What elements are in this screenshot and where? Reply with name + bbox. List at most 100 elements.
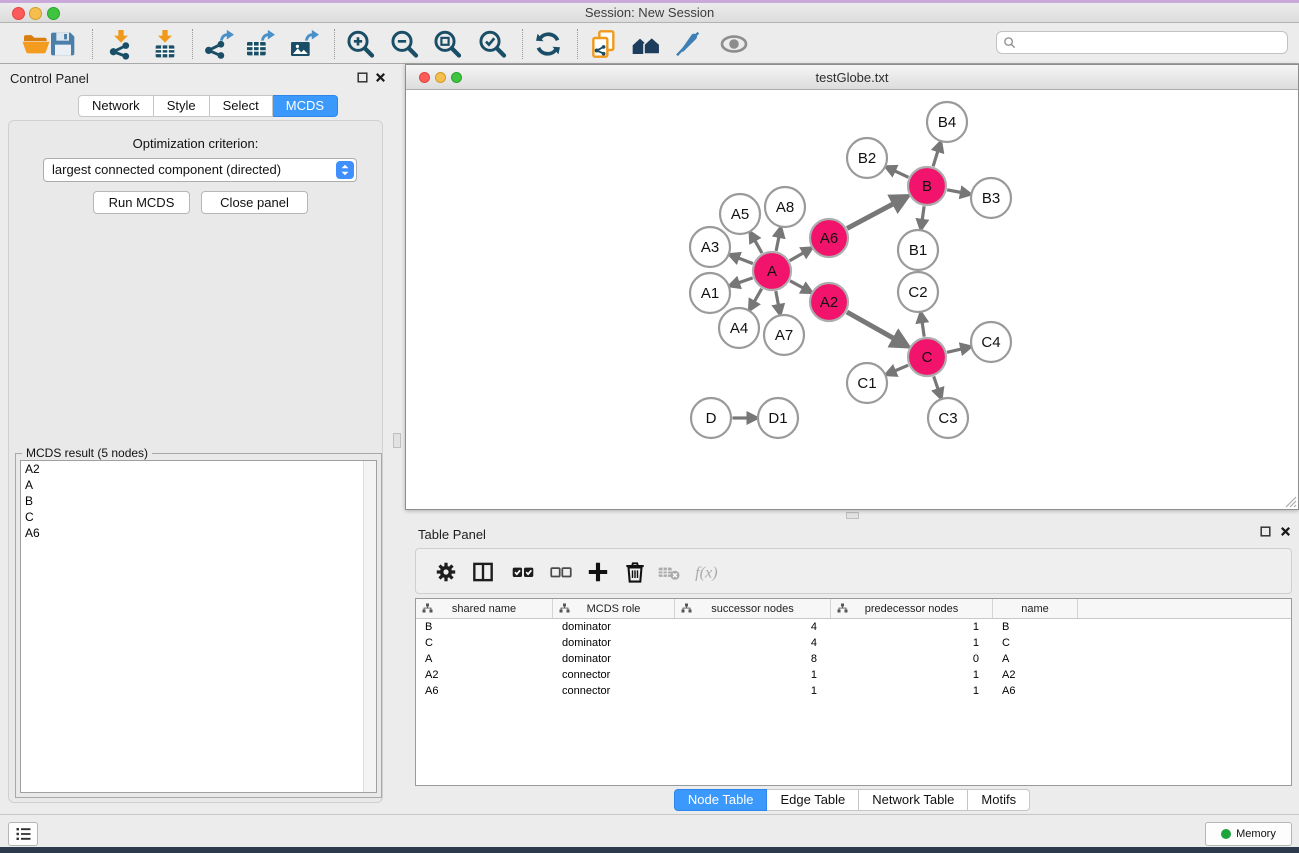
import-table-icon[interactable] (149, 28, 181, 60)
close-panel-icon[interactable] (375, 72, 386, 83)
memory-button[interactable]: Memory (1205, 822, 1292, 846)
export-table-icon[interactable] (243, 28, 275, 60)
select-all-icon[interactable] (510, 559, 536, 585)
column-header-predecessor-nodes[interactable]: predecessor nodes (831, 599, 993, 618)
close-window-button[interactable] (12, 7, 25, 20)
column-header-label: MCDS role (587, 603, 641, 615)
zoom-in-icon[interactable] (344, 28, 376, 60)
graph-edge-A2-C[interactable] (847, 312, 895, 339)
graph-edge-A-A6[interactable] (790, 253, 804, 261)
minimize-window-button[interactable] (29, 7, 42, 20)
table-row-B[interactable]: Bdominator41B (416, 619, 1291, 635)
apply-layout-icon[interactable] (532, 28, 564, 60)
zoom-fit-icon[interactable] (431, 28, 463, 60)
result-item-C[interactable]: C (21, 509, 376, 525)
zoom-selected-icon[interactable] (476, 28, 508, 60)
graph-edge-B-B1[interactable] (922, 206, 924, 220)
close-panel-icon[interactable] (1280, 526, 1291, 537)
home-icon[interactable] (630, 28, 662, 60)
close-panel-button[interactable]: Close panel (201, 191, 308, 214)
graph-edge-B-B2[interactable] (894, 171, 908, 178)
splitter-handle[interactable] (846, 512, 859, 519)
column-header-shared-name[interactable]: shared name (416, 599, 553, 618)
network-window-titlebar[interactable]: testGlobe.txt (406, 65, 1298, 90)
column-header-successor-nodes[interactable]: successor nodes (675, 599, 831, 618)
export-image-icon[interactable] (287, 28, 319, 60)
graph-edge-A-A7[interactable] (776, 291, 779, 305)
tab-edge-table[interactable]: Edge Table (767, 789, 859, 811)
deselect-all-icon[interactable] (548, 559, 574, 585)
tab-mcds[interactable]: MCDS (273, 95, 338, 117)
search-input[interactable] (1020, 36, 1281, 50)
graph-edge-A-A5[interactable] (755, 240, 762, 253)
tab-select[interactable]: Select (210, 95, 273, 117)
tab-network-table[interactable]: Network Table (859, 789, 968, 811)
network-close-button[interactable] (419, 72, 430, 83)
graph-edge-C-C1[interactable] (895, 365, 909, 371)
column-header-name[interactable]: name (993, 599, 1078, 618)
mcds-result-list[interactable]: A2ABCA6 (20, 460, 377, 793)
eye-icon[interactable] (718, 28, 750, 60)
horizontal-splitter[interactable] (405, 510, 1299, 521)
cell: 1 (831, 635, 993, 651)
graph-edge-A-A3[interactable] (738, 258, 753, 264)
graph-edge-A-A8[interactable] (776, 237, 779, 251)
tab-motifs[interactable]: Motifs (968, 789, 1030, 811)
column-visibility-icon[interactable] (470, 559, 496, 585)
tab-node-table[interactable]: Node Table (674, 789, 768, 811)
show-panels-button[interactable] (8, 822, 38, 846)
graph-edge-C-C3[interactable] (934, 376, 939, 389)
table-row-A[interactable]: Adominator80A (416, 651, 1291, 667)
run-mcds-button[interactable]: Run MCDS (93, 191, 190, 214)
save-session-icon[interactable] (47, 28, 79, 60)
graph-edge-A-A2[interactable] (790, 281, 804, 288)
network-zoom-button[interactable] (451, 72, 462, 83)
delete-row-icon[interactable] (622, 559, 648, 585)
result-item-A2[interactable]: A2 (21, 461, 376, 477)
resize-grip-icon[interactable] (1284, 495, 1297, 508)
clear-table-icon[interactable] (656, 559, 682, 585)
graph-edge-A-A1[interactable] (738, 278, 752, 283)
splitter-handle[interactable] (393, 433, 401, 448)
export-network-icon[interactable] (202, 28, 234, 60)
hide-labels-icon[interactable] (671, 28, 703, 60)
network-minimize-button[interactable] (435, 72, 446, 83)
table-toolbar: f(x) (415, 548, 1292, 594)
table-settings-icon[interactable] (433, 559, 459, 585)
import-network-icon[interactable] (105, 28, 137, 60)
result-scrollbar[interactable] (363, 461, 376, 792)
vertical-splitter[interactable] (390, 64, 405, 814)
tab-style[interactable]: Style (154, 95, 210, 117)
cell: A2 (993, 667, 1078, 683)
graph-edge-C-C4[interactable] (947, 349, 962, 352)
graph-edge-A-A4[interactable] (754, 289, 762, 302)
float-panel-icon[interactable] (1260, 526, 1271, 537)
result-item-A[interactable]: A (21, 477, 376, 493)
function-builder-icon[interactable]: f(x) (694, 559, 720, 585)
optimization-criterion-select[interactable]: largest connected component (directed) (43, 158, 357, 182)
add-row-icon[interactable] (585, 559, 611, 585)
graph-edge-A6-B[interactable] (847, 203, 894, 228)
table-row-A6[interactable]: A6connector11A6 (416, 683, 1291, 699)
network-canvas[interactable]: AA1A2A3A4A5A6A7A8BB1B2B3B4CC1C2C3C4DD1 (406, 90, 1298, 509)
table-row-A2[interactable]: A2connector11A2 (416, 667, 1291, 683)
graph-edge-B-B3[interactable] (947, 190, 961, 193)
copy-network-icon[interactable] (588, 28, 620, 60)
column-header-label: successor nodes (711, 603, 794, 615)
result-item-A6[interactable]: A6 (21, 525, 376, 541)
tab-network[interactable]: Network (78, 95, 154, 117)
zoom-window-button[interactable] (47, 7, 60, 20)
table-body: Bdominator41BCdominator41CAdominator80AA… (416, 619, 1291, 699)
graph-edge-C-C2[interactable] (922, 322, 924, 337)
column-header-MCDS-role[interactable]: MCDS role (553, 599, 675, 618)
graph-node-label-C1: C1 (857, 375, 876, 392)
network-graph[interactable]: AA1A2A3A4A5A6A7A8BB1B2B3B4CC1C2C3C4DD1 (406, 90, 1298, 509)
toolbar-separator (522, 29, 523, 59)
search-field[interactable] (996, 31, 1288, 54)
result-item-B[interactable]: B (21, 493, 376, 509)
zoom-out-icon[interactable] (388, 28, 420, 60)
graph-node-label-A8: A8 (776, 199, 794, 216)
graph-edge-B-B4[interactable] (933, 151, 938, 167)
float-panel-icon[interactable] (357, 72, 368, 83)
table-row-C[interactable]: Cdominator41C (416, 635, 1291, 651)
